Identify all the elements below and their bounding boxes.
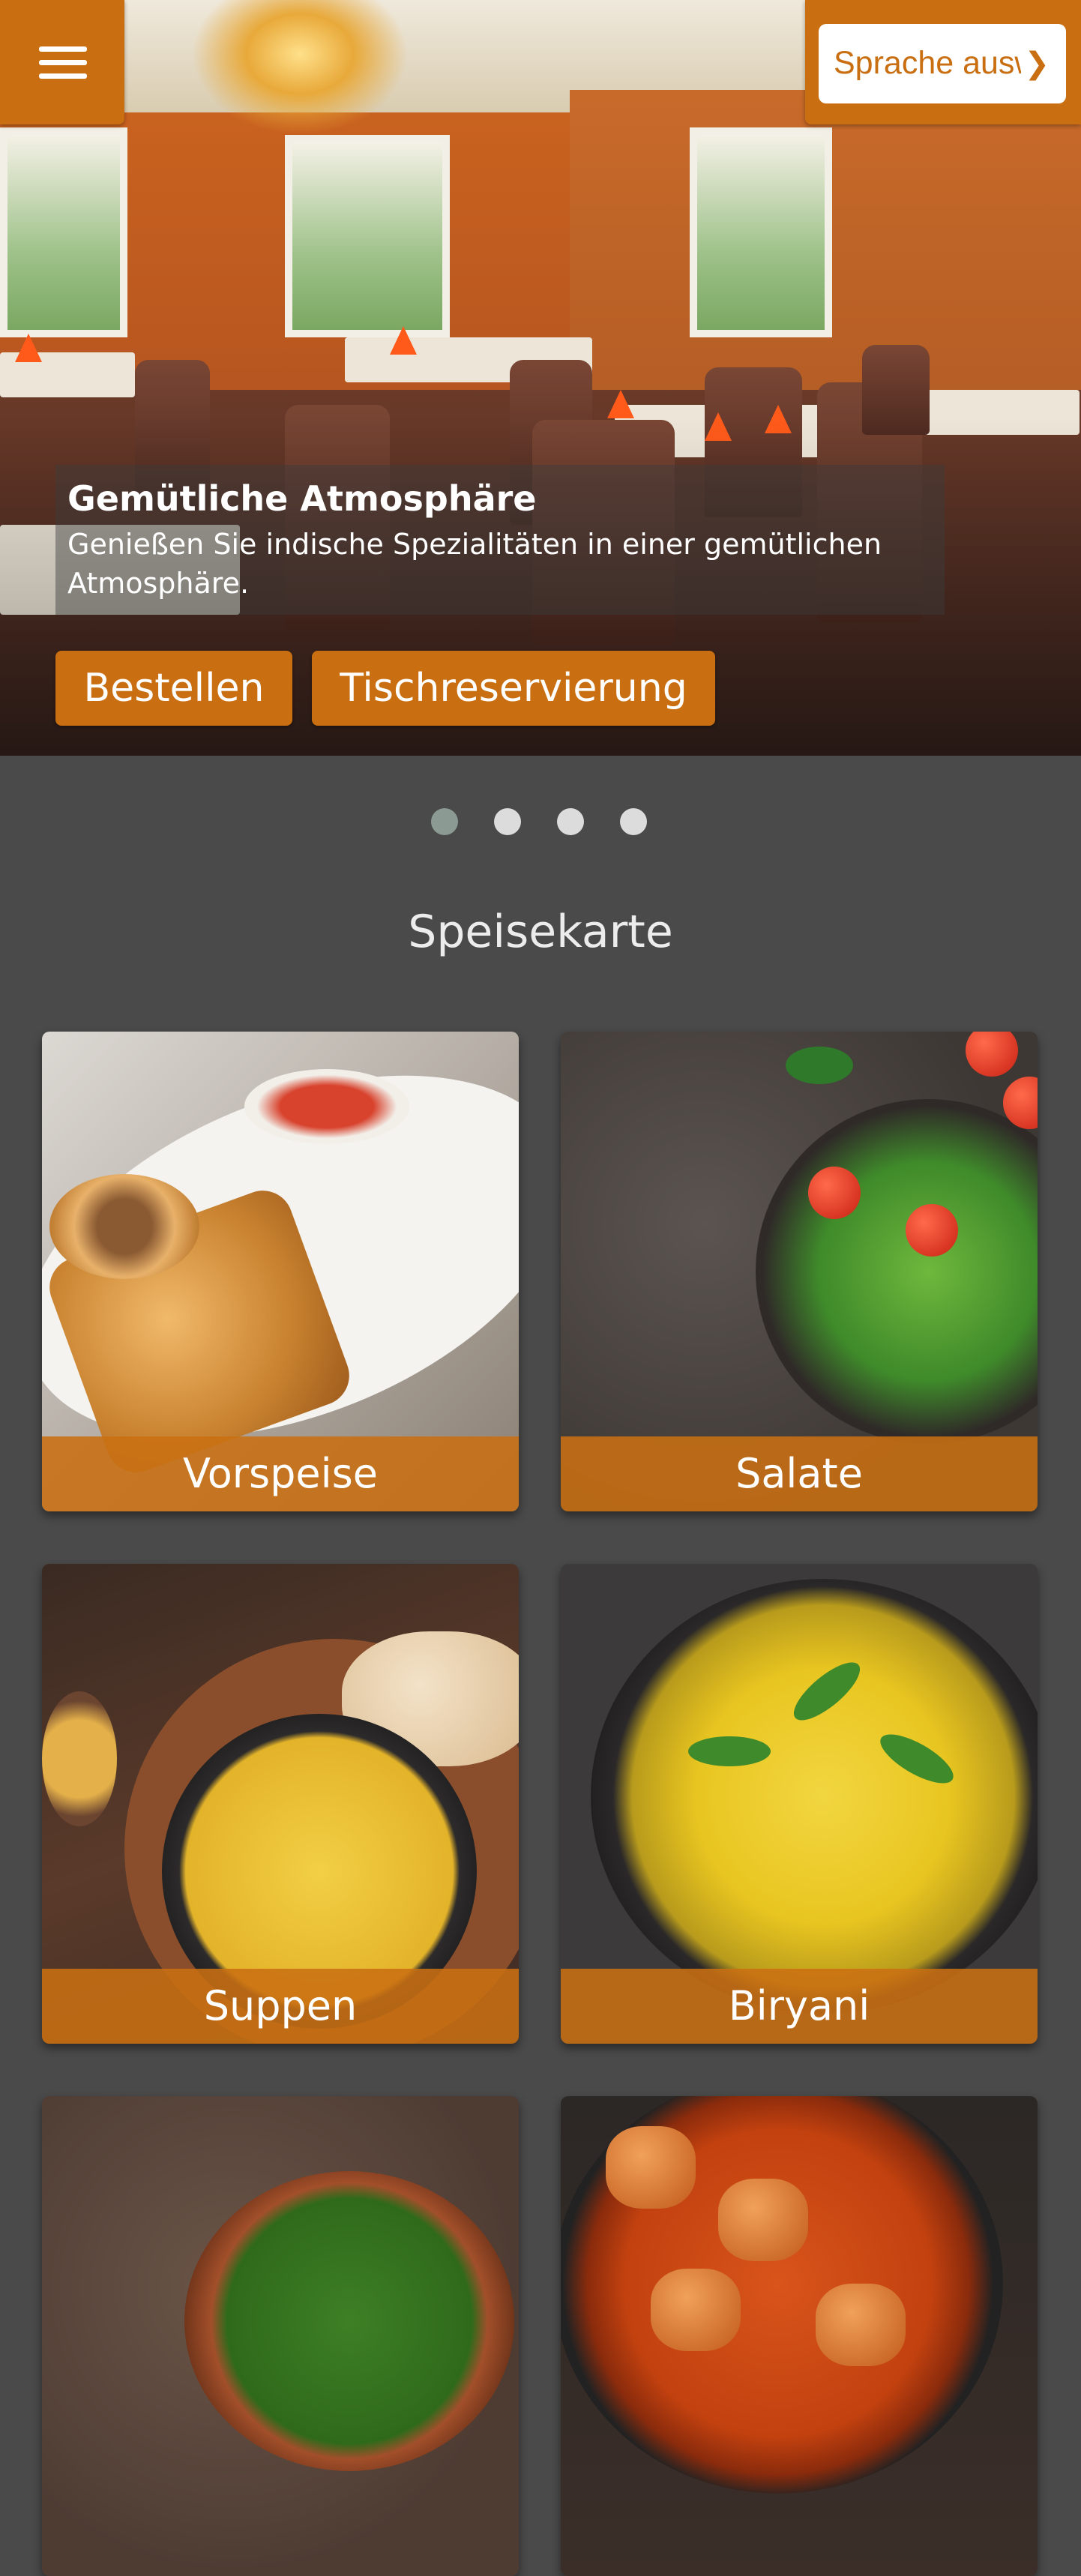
slide-text: Genießen Sie indische Spezialitäten in e… xyxy=(67,528,882,600)
curry-chunk-image xyxy=(651,2269,741,2351)
menu-card-vorspeise[interactable]: Vorspeise xyxy=(42,1032,519,1511)
tomato-image xyxy=(966,1032,1018,1077)
spice-image xyxy=(42,1691,117,1826)
tomato-image xyxy=(808,1167,861,1219)
saag-image xyxy=(184,2171,514,2471)
card-label: Salate xyxy=(561,1436,1038,1511)
slider-dot-3[interactable] xyxy=(557,808,584,835)
reservation-button[interactable]: Tischreservierung xyxy=(312,651,715,726)
language-select[interactable]: Sprache auswählen ❯ xyxy=(819,24,1066,103)
slider-dot-2[interactable] xyxy=(494,808,521,835)
menu-card-biryani[interactable]: Biryani xyxy=(561,1564,1038,2044)
curry-chunk-image xyxy=(606,2126,696,2209)
order-button[interactable]: Bestellen xyxy=(55,651,292,726)
menu-card-salate[interactable]: Salate xyxy=(561,1032,1038,1511)
card-label: Biryani xyxy=(561,1969,1038,2044)
menu-card-6[interactable] xyxy=(561,2096,1038,2576)
slide-caption: Gemütliche Atmosphäre Genießen Sie indis… xyxy=(55,465,945,615)
dip-image xyxy=(244,1069,409,1144)
biryani-image xyxy=(591,1579,1038,2014)
bowl-image xyxy=(756,1099,1038,1444)
language-select-wrapper: Sprache auswählen ❯ xyxy=(805,0,1081,124)
language-select-value: Sprache auswählen xyxy=(834,45,1021,81)
card-label: Vorspeise xyxy=(42,1436,519,1511)
curry-chunk-image xyxy=(816,2284,906,2366)
slider-dot-1[interactable] xyxy=(431,808,458,835)
curry-chunk-image xyxy=(718,2179,808,2261)
food-image xyxy=(49,1174,199,1279)
leaf-image xyxy=(786,1047,853,1084)
menu-title: Speisekarte xyxy=(408,906,673,958)
menu-card-5[interactable] xyxy=(42,2096,519,2576)
menu-card-suppen[interactable]: Suppen xyxy=(42,1564,519,2044)
chili-image xyxy=(688,1736,771,1766)
slider-dot-4[interactable] xyxy=(620,808,647,835)
chevron-down-icon: ❯ xyxy=(1024,46,1050,81)
menu-button[interactable] xyxy=(0,0,124,124)
slide-title: Gemütliche Atmosphäre xyxy=(67,478,537,519)
card-label: Suppen xyxy=(42,1969,519,2044)
tomato-image xyxy=(906,1204,958,1257)
